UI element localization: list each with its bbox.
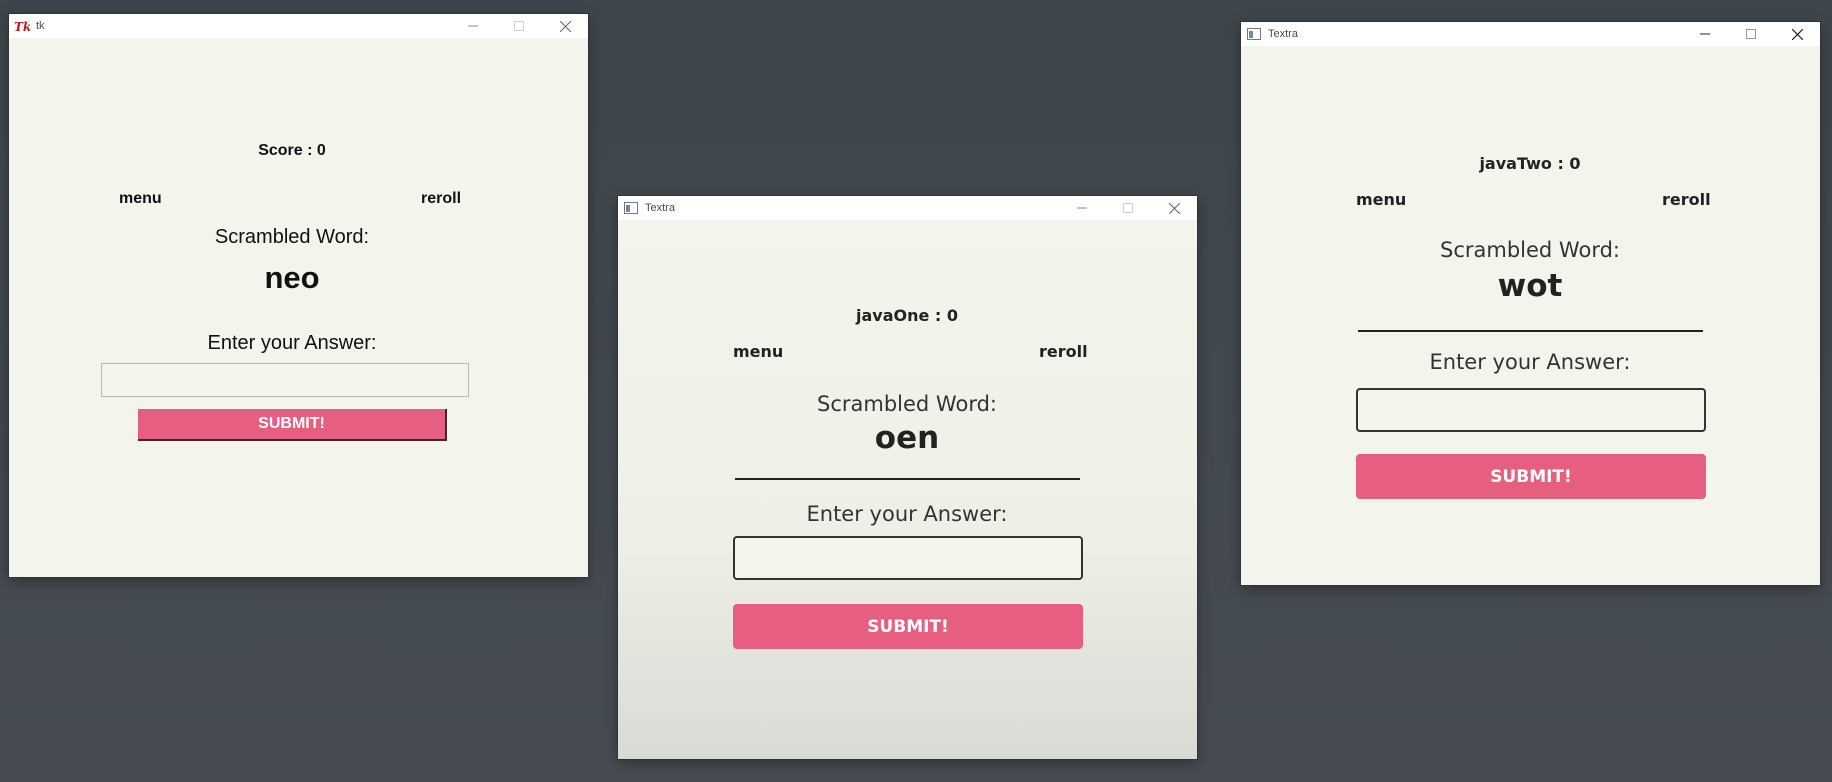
maximize-button[interactable] [1728, 22, 1774, 46]
menu-button[interactable]: menu [119, 190, 162, 208]
minimize-button[interactable] [1682, 22, 1728, 46]
answer-label: Enter your Answer: [806, 502, 1008, 526]
maximize-icon [1746, 29, 1756, 39]
close-icon [559, 20, 571, 32]
title-bar[interactable]: Tk tk [9, 14, 588, 38]
reroll-button[interactable]: reroll [1662, 190, 1711, 209]
close-button[interactable] [1774, 22, 1820, 46]
reroll-button[interactable]: reroll [421, 190, 461, 208]
window-content: Score : 0 menu reroll Scrambled Word: ne… [9, 38, 588, 577]
close-button[interactable] [542, 14, 588, 38]
answer-label: Enter your Answer: [207, 332, 377, 354]
answer-label: Enter your Answer: [1429, 350, 1631, 374]
minimize-button[interactable] [1059, 196, 1105, 220]
window-title: tk [36, 20, 45, 32]
textra-window-javaone: Textra javaOne : 0 menu reroll Scrambled… [618, 196, 1197, 759]
svg-text:Tk: Tk [14, 20, 30, 33]
window-controls [1059, 196, 1197, 220]
submit-button[interactable]: SUBMIT! [138, 409, 447, 441]
score-label: javaOne : 0 [855, 306, 959, 325]
submit-button[interactable]: SUBMIT! [733, 604, 1083, 649]
scrambled-word-label: Scrambled Word: [214, 226, 370, 248]
score-label: javaTwo : 0 [1479, 154, 1581, 173]
maximize-icon [514, 21, 524, 31]
window-app-icon [623, 201, 639, 215]
scrambled-word-label: Scrambled Word: [817, 392, 997, 416]
scrambled-word: neo [264, 260, 320, 295]
window-title: Textra [645, 202, 675, 214]
score-label: Score : 0 [258, 142, 326, 159]
reroll-button[interactable]: reroll [1039, 342, 1088, 361]
menu-button[interactable]: menu [733, 342, 783, 361]
divider-line [735, 478, 1080, 480]
maximize-icon [1123, 203, 1133, 213]
tk-window: Tk tk Score : 0 menu reroll Scrambled Wo… [9, 14, 588, 577]
tk-feather-icon: Tk [14, 19, 30, 33]
scrambled-word: wot [1497, 268, 1563, 304]
textra-window-javatwo: Textra javaTwo : 0 menu reroll Scrambled… [1241, 22, 1820, 585]
maximize-button[interactable] [1105, 196, 1151, 220]
scrambled-word: oen [874, 420, 940, 456]
divider-line [1358, 330, 1703, 332]
maximize-button[interactable] [496, 14, 542, 38]
window-content: javaTwo : 0 menu reroll Scrambled Word: … [1241, 46, 1820, 585]
minimize-icon [1700, 33, 1710, 35]
close-icon [1168, 202, 1180, 214]
window-content: javaOne : 0 menu reroll Scrambled Word: … [618, 220, 1197, 759]
minimize-icon [468, 25, 478, 27]
submit-button[interactable]: SUBMIT! [1356, 454, 1706, 499]
answer-input[interactable] [101, 363, 469, 397]
menu-button[interactable]: menu [1356, 190, 1406, 209]
scrambled-word-label: Scrambled Word: [1440, 238, 1620, 262]
minimize-button[interactable] [450, 14, 496, 38]
close-icon [1791, 28, 1803, 40]
window-controls [1682, 22, 1820, 46]
close-button[interactable] [1151, 196, 1197, 220]
title-bar[interactable]: Textra [1241, 22, 1820, 46]
answer-input[interactable] [733, 536, 1083, 580]
title-bar[interactable]: Textra [618, 196, 1197, 220]
window-controls [450, 14, 588, 38]
minimize-icon [1077, 207, 1087, 209]
window-app-icon [1246, 27, 1262, 41]
window-title: Textra [1268, 28, 1298, 40]
answer-input[interactable] [1356, 388, 1706, 432]
